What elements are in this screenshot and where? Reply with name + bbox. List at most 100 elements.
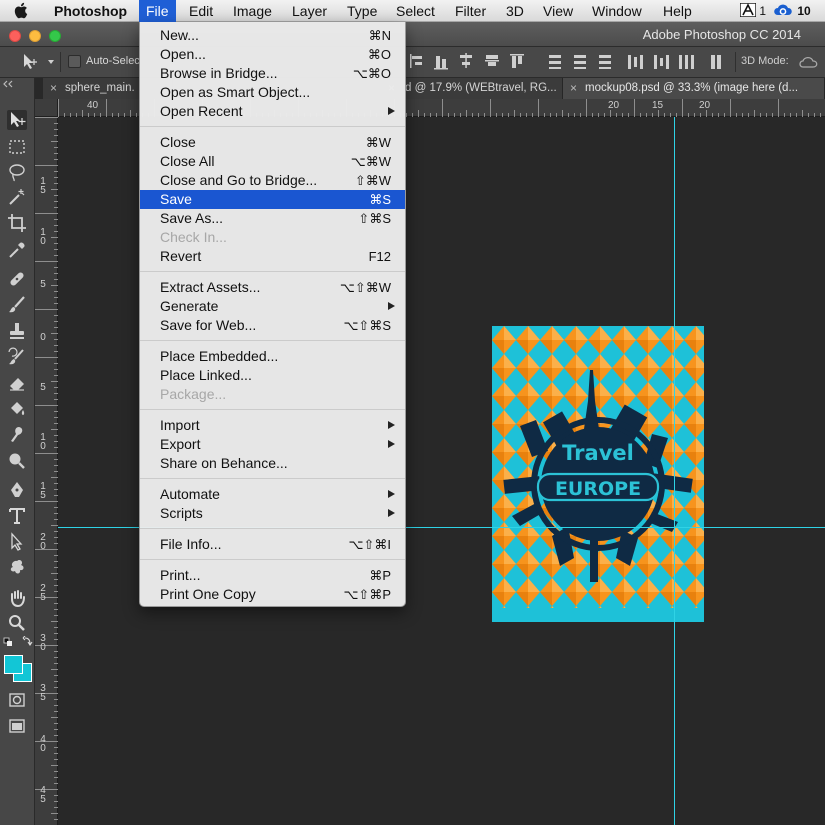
menu-layer[interactable]: Layer — [285, 0, 334, 22]
window-minimize-button[interactable] — [29, 30, 41, 42]
eraser-tool-button[interactable] — [7, 373, 27, 393]
type-tool-button[interactable] — [7, 506, 27, 526]
move-tool-icon[interactable] — [22, 53, 38, 71]
options-divider-2 — [735, 52, 736, 72]
tool-preset-chevron-down-icon[interactable] — [48, 60, 54, 64]
paint-bucket-tool-button[interactable] — [7, 399, 27, 419]
menu-item-label: Save As... — [160, 210, 224, 226]
menu-help[interactable]: Help — [656, 0, 699, 22]
menu-item-generate[interactable]: Generate — [140, 297, 405, 316]
menu-3d[interactable]: 3D — [499, 0, 531, 22]
path-selection-tool-button[interactable] — [7, 532, 27, 552]
submenu-arrow-icon — [388, 509, 395, 517]
menu-item-open-recent[interactable]: Open Recent — [140, 102, 405, 121]
menu-item-label: Close — [160, 134, 196, 150]
menu-filter[interactable]: Filter — [448, 0, 493, 22]
cc-count: 10 — [797, 4, 811, 18]
menu-item-close-and-go-to-bridge[interactable]: Close and Go to Bridge... ⇧⌘W — [140, 171, 405, 190]
ruler-origin[interactable] — [35, 99, 58, 117]
magic-wand-tool-button[interactable] — [7, 187, 27, 207]
menu-item-automate[interactable]: Automate — [140, 485, 405, 504]
default-colors-swap-icon[interactable] — [3, 636, 33, 648]
menu-item-print[interactable]: Print... ⌘P — [140, 566, 405, 585]
menu-select[interactable]: Select — [389, 0, 442, 22]
apple-icon[interactable] — [14, 2, 30, 19]
menu-item-save[interactable]: Save ⌘S — [140, 190, 405, 209]
brush-tool-button[interactable] — [7, 295, 27, 315]
tab-mockup08-active[interactable]: × mockup08.psd @ 33.3% (image here (d... — [563, 78, 825, 99]
menu-item-shortcut: ⌥⌘W — [350, 154, 391, 169]
pen-tool-button[interactable] — [7, 480, 27, 500]
menu-item-revert[interactable]: Revert F12 — [140, 247, 405, 266]
healing-brush-tool-button[interactable] — [7, 269, 27, 289]
menu-item-label: Place Linked... — [160, 367, 252, 383]
menu-item-package: Package... — [140, 385, 405, 404]
menu-item-shortcut: ⌥⇧⌘I — [348, 537, 392, 552]
window-close-button[interactable] — [9, 30, 21, 42]
menu-item-label: Place Embedded... — [160, 348, 279, 364]
poster-title-travel: Travel — [562, 441, 634, 465]
screen-mode-icon[interactable] — [7, 716, 27, 736]
hand-tool-button[interactable] — [7, 588, 27, 608]
menu-item-print-one-copy[interactable]: Print One Copy ⌥⇧⌘P — [140, 585, 405, 604]
menu-separator — [140, 126, 405, 127]
menu-edit[interactable]: Edit — [182, 0, 220, 22]
eyedropper-tool-button[interactable] — [7, 240, 27, 260]
3d-orbit-icon[interactable] — [799, 54, 819, 70]
menu-item-browse-in-bridge[interactable]: Browse in Bridge... ⌥⌘O — [140, 64, 405, 83]
menu-item-close[interactable]: Close ⌘W — [140, 133, 405, 152]
menu-item-new[interactable]: New... ⌘N — [140, 26, 405, 45]
menu-app-photoshop[interactable]: Photoshop — [47, 0, 134, 22]
menu-item-export[interactable]: Export — [140, 435, 405, 454]
window-zoom-button[interactable] — [49, 30, 61, 42]
menu-item-label: Extract Assets... — [160, 279, 261, 295]
poster-title-europe: EUROPE — [555, 478, 641, 500]
menu-item-label: Export — [160, 436, 201, 452]
menu-item-label: Scripts — [160, 505, 203, 521]
custom-shape-tool-button[interactable] — [7, 558, 27, 578]
travel-europe-poster: Travel EUROPE — [492, 326, 704, 622]
menu-item-open-as-smart-object[interactable]: Open as Smart Object... — [140, 83, 405, 102]
menu-item-extract-assets[interactable]: Extract Assets... ⌥⇧⌘W — [140, 278, 405, 297]
menu-item-place-embedded[interactable]: Place Embedded... — [140, 347, 405, 366]
align-distribute-icons[interactable] — [406, 52, 731, 72]
menu-item-save-as[interactable]: Save As... ⇧⌘S — [140, 209, 405, 228]
panel-collapse-icon[interactable] — [2, 80, 32, 88]
history-brush-tool-button[interactable] — [7, 347, 27, 367]
menu-item-import[interactable]: Import — [140, 416, 405, 435]
zoom-tool-button[interactable] — [7, 613, 27, 633]
adobe-status[interactable]: 1 — [739, 0, 767, 22]
menu-type[interactable]: Type — [340, 0, 384, 22]
menu-item-scripts[interactable]: Scripts — [140, 504, 405, 523]
foreground-color-swatch[interactable] — [4, 655, 23, 674]
dodge-tool-button[interactable] — [7, 451, 27, 471]
auto-select-checkbox[interactable] — [68, 55, 81, 68]
guide-vertical[interactable] — [674, 117, 675, 825]
menu-item-save-for-web[interactable]: Save for Web... ⌥⇧⌘S — [140, 316, 405, 335]
ruler-number: 4 0 — [40, 734, 46, 754]
menu-file[interactable]: File — [139, 0, 176, 22]
menu-item-file-info[interactable]: File Info... ⌥⇧⌘I — [140, 535, 405, 554]
creative-cloud-icon — [774, 4, 792, 15]
tab-close-icon[interactable]: × — [570, 78, 577, 99]
lasso-tool-button[interactable] — [7, 162, 27, 182]
quick-mask-icon[interactable] — [7, 690, 27, 710]
smudge-tool-button[interactable] — [7, 425, 27, 445]
clone-stamp-tool-button[interactable] — [7, 321, 27, 341]
menu-window[interactable]: Window — [585, 0, 649, 22]
menu-view[interactable]: View — [536, 0, 580, 22]
crop-tool-button[interactable] — [7, 213, 27, 233]
move-tool-button[interactable] — [7, 110, 27, 130]
menu-item-share-on-behance[interactable]: Share on Behance... — [140, 454, 405, 473]
menu-item-open[interactable]: Open... ⌘O — [140, 45, 405, 64]
marquee-tool-button[interactable] — [7, 137, 27, 157]
menu-item-label: Automate — [160, 486, 220, 502]
menu-image[interactable]: Image — [226, 0, 279, 22]
adobe-count: 1 — [759, 4, 767, 18]
tab-close-icon[interactable]: × — [50, 78, 57, 99]
menu-item-place-linked[interactable]: Place Linked... — [140, 366, 405, 385]
menu-item-label: Generate — [160, 298, 219, 314]
menu-item-close-all[interactable]: Close All ⌥⌘W — [140, 152, 405, 171]
creative-cloud-status[interactable]: 10 — [772, 0, 811, 22]
menu-item-shortcut: ⇧⌘S — [358, 211, 391, 226]
